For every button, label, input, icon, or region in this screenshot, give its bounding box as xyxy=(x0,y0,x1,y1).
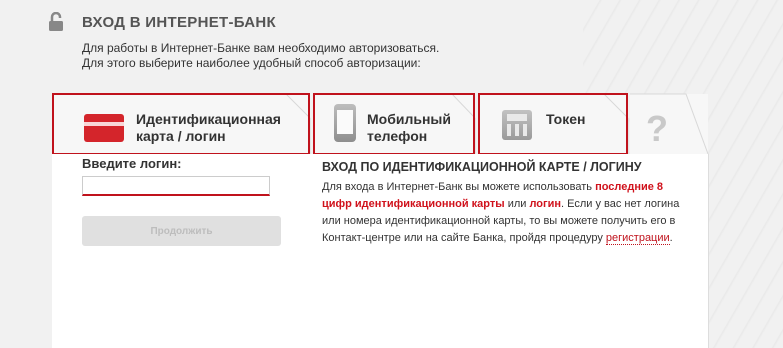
lock-icon xyxy=(49,12,63,31)
info-text: Для входа в Интернет-Банк вы можете испо… xyxy=(322,179,692,247)
card-icon xyxy=(84,114,124,142)
info-text-b: или xyxy=(504,198,530,210)
registration-link[interactable]: регистрации xyxy=(605,232,670,245)
tab-token-label: Токен xyxy=(546,111,586,127)
info-text-d: . xyxy=(669,232,673,244)
login-input[interactable] xyxy=(82,176,270,196)
phone-icon xyxy=(334,104,356,142)
tab-card-label: Идентификационная карта / логин xyxy=(136,111,281,145)
info-highlight-login: логин xyxy=(529,198,562,210)
token-icon xyxy=(502,110,532,140)
intro-text: Для работы в Интернет-Банке вам необходи… xyxy=(82,41,562,71)
tab-phone-label: Мобильный телефон xyxy=(367,111,451,145)
info-title: ВХОД ПО ИДЕНТИФИКАЦИОННОЙ КАРТЕ / ЛОГИНУ xyxy=(322,160,642,174)
tab-phone-label-line2: телефон xyxy=(367,128,428,144)
help-icon[interactable]: ? xyxy=(646,108,668,150)
page-title: ВХОД В ИНТЕРНЕТ-БАНК xyxy=(82,14,277,31)
tab-card-label-line2: карта / логин xyxy=(136,128,226,144)
continue-button[interactable]: Продолжить xyxy=(82,216,281,246)
tab-card-label-line1: Идентификационная xyxy=(136,111,281,127)
intro-line-2: Для этого выберите наиболее удобный спос… xyxy=(82,56,421,70)
tab-help[interactable] xyxy=(630,94,708,154)
tab-phone-label-line1: Мобильный xyxy=(367,111,451,127)
intro-line-1: Для работы в Интернет-Банке вам необходи… xyxy=(82,41,440,55)
info-text-a: Для входа в Интернет-Банк вы можете испо… xyxy=(322,181,596,193)
login-label: Введите логин: xyxy=(82,156,182,171)
